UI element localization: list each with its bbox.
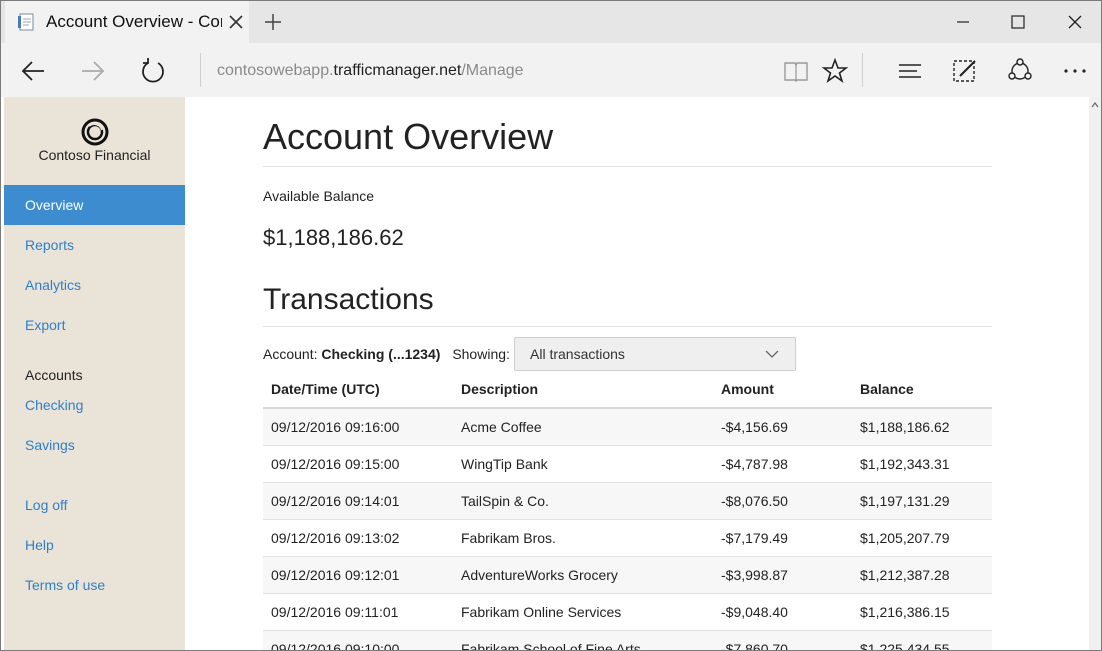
brand-name: Contoso Financial bbox=[38, 147, 151, 163]
cell-balance: $1,188,186.62 bbox=[852, 407, 992, 446]
column-header-amount: Amount bbox=[713, 371, 852, 409]
page-title: Account Overview bbox=[263, 116, 554, 157]
sidebar-item-log-off[interactable]: Log off bbox=[4, 485, 185, 525]
table-row: 09/12/2016 09:13:02 Fabrikam Bros. -$7,1… bbox=[263, 519, 992, 557]
web-page: Contoso Financial Overview Reports Analy… bbox=[1, 97, 1101, 650]
close-window-icon[interactable] bbox=[1063, 10, 1087, 34]
available-balance-value: $1,188,186.62 bbox=[263, 225, 404, 250]
table-row: 09/12/2016 09:12:01 AdventureWorks Groce… bbox=[263, 556, 992, 594]
sidebar-item-savings[interactable]: Savings bbox=[4, 425, 185, 465]
minimize-icon[interactable] bbox=[951, 10, 975, 34]
url-subdomain: contosowebapp. bbox=[217, 62, 334, 79]
cell-datetime: 09/12/2016 09:10:00 bbox=[263, 630, 453, 650]
title-bar: Account Overview - Contoso Financial bbox=[1, 1, 1101, 43]
cell-datetime: 09/12/2016 09:15:00 bbox=[263, 445, 453, 483]
toolbar-separator bbox=[862, 53, 863, 87]
account-label: Account: bbox=[263, 346, 318, 362]
pen-note-icon[interactable] bbox=[951, 57, 979, 85]
cell-description: AdventureWorks Grocery bbox=[453, 556, 713, 594]
sidebar-item-terms[interactable]: Terms of use bbox=[4, 565, 185, 605]
forward-arrow-icon[interactable] bbox=[79, 57, 107, 85]
chevron-down-icon bbox=[765, 350, 779, 358]
cell-datetime: 09/12/2016 09:12:01 bbox=[263, 556, 453, 594]
cell-datetime: 09/12/2016 09:16:00 bbox=[263, 407, 453, 446]
cell-balance: $1,225,434.55 bbox=[852, 630, 992, 650]
table-row: 09/12/2016 09:10:00 Fabrikam School of F… bbox=[263, 630, 992, 650]
table-row: 09/12/2016 09:16:00 Acme Coffee -$4,156.… bbox=[263, 407, 992, 446]
column-header-description: Description bbox=[453, 371, 713, 409]
hub-icon[interactable] bbox=[896, 57, 924, 85]
address-separator bbox=[200, 53, 201, 87]
cell-datetime: 09/12/2016 09:14:01 bbox=[263, 482, 453, 520]
address-bar[interactable]: contosowebapp.trafficmanager.net/Manage bbox=[217, 61, 524, 81]
cell-amount: -$4,156.69 bbox=[713, 407, 852, 446]
sidebar-item-export[interactable]: Export bbox=[4, 305, 185, 345]
share-icon[interactable] bbox=[1006, 57, 1034, 85]
cell-description: Acme Coffee bbox=[453, 407, 713, 446]
browser-tab[interactable]: Account Overview - Contoso Financial bbox=[5, 1, 249, 43]
tab-title: Account Overview - Contoso Financial bbox=[46, 12, 222, 31]
transaction-filter-value: All transactions bbox=[530, 346, 625, 362]
cell-balance: $1,192,343.31 bbox=[852, 445, 992, 483]
showing-label: Showing: bbox=[452, 346, 510, 362]
transactions-divider bbox=[263, 326, 992, 327]
browser-window: Account Overview - Contoso Financial bbox=[0, 0, 1102, 651]
close-tab-icon[interactable] bbox=[227, 13, 245, 31]
cell-amount: -$3,998.87 bbox=[713, 556, 852, 594]
table-row: 09/12/2016 09:11:01 Fabrikam Online Serv… bbox=[263, 593, 992, 631]
cell-balance: $1,216,386.15 bbox=[852, 593, 992, 631]
cell-datetime: 09/12/2016 09:11:01 bbox=[263, 593, 453, 631]
cell-description: Fabrikam Bros. bbox=[453, 519, 713, 557]
sidebar-item-overview[interactable]: Overview bbox=[4, 185, 185, 225]
cell-amount: -$4,787.98 bbox=[713, 445, 852, 483]
url-host: trafficmanager.net bbox=[333, 62, 462, 79]
accounts-heading: Accounts bbox=[25, 367, 83, 383]
page-scrollbar[interactable] bbox=[1089, 97, 1101, 650]
table-row: 09/12/2016 09:15:00 WingTip Bank -$4,787… bbox=[263, 445, 992, 483]
cell-amount: -$7,860.70 bbox=[713, 630, 852, 650]
transaction-filter-select[interactable]: All transactions bbox=[514, 337, 796, 371]
cell-balance: $1,197,131.29 bbox=[852, 482, 992, 520]
cell-amount: -$7,179.49 bbox=[713, 519, 852, 557]
title-divider bbox=[263, 166, 992, 167]
page-favicon-icon bbox=[18, 13, 34, 31]
sidebar-item-help[interactable]: Help bbox=[4, 525, 185, 565]
account-value: Checking (...1234) bbox=[321, 346, 441, 362]
cell-description: WingTip Bank bbox=[453, 445, 713, 483]
transactions-table: Date/Time (UTC) Description Amount Balan… bbox=[263, 371, 992, 650]
sidebar: Contoso Financial Overview Reports Analy… bbox=[4, 97, 185, 650]
cell-description: Fabrikam Online Services bbox=[453, 593, 713, 631]
refresh-icon[interactable] bbox=[139, 57, 167, 85]
column-header-datetime: Date/Time (UTC) bbox=[263, 371, 453, 409]
back-arrow-icon[interactable] bbox=[19, 57, 47, 85]
star-icon[interactable] bbox=[821, 57, 849, 85]
cell-balance: $1,205,207.79 bbox=[852, 519, 992, 557]
maximize-icon[interactable] bbox=[1006, 10, 1030, 34]
new-tab-icon[interactable] bbox=[263, 12, 283, 32]
cell-balance: $1,212,387.28 bbox=[852, 556, 992, 594]
sidebar-item-reports[interactable]: Reports bbox=[4, 225, 185, 265]
column-header-balance: Balance bbox=[852, 371, 992, 409]
book-icon[interactable] bbox=[782, 57, 810, 85]
table-header-row: Date/Time (UTC) Description Amount Balan… bbox=[263, 371, 992, 409]
sidebar-item-analytics[interactable]: Analytics bbox=[4, 265, 185, 305]
cell-description: Fabrikam School of Fine Arts bbox=[453, 630, 713, 650]
more-dots-icon[interactable] bbox=[1061, 57, 1089, 85]
cell-datetime: 09/12/2016 09:13:02 bbox=[263, 519, 453, 557]
available-balance-label: Available Balance bbox=[263, 188, 375, 204]
account-filter: Account: Checking (...1234) Showing: bbox=[263, 346, 510, 362]
table-row: 09/12/2016 09:14:01 TailSpin & Co. -$8,0… bbox=[263, 482, 992, 520]
navigation-bar: contosowebapp.trafficmanager.net/Manage bbox=[1, 43, 1101, 97]
cell-amount: -$8,076.50 bbox=[713, 482, 852, 520]
cell-amount: -$9,048.40 bbox=[713, 593, 852, 631]
cell-description: TailSpin & Co. bbox=[453, 482, 713, 520]
url-path: /Manage bbox=[461, 62, 524, 79]
sidebar-item-checking[interactable]: Checking bbox=[4, 385, 185, 425]
transactions-title: Transactions bbox=[263, 283, 434, 316]
contoso-logo-icon bbox=[81, 118, 109, 146]
scroll-up-arrow-icon[interactable] bbox=[1091, 101, 1099, 109]
